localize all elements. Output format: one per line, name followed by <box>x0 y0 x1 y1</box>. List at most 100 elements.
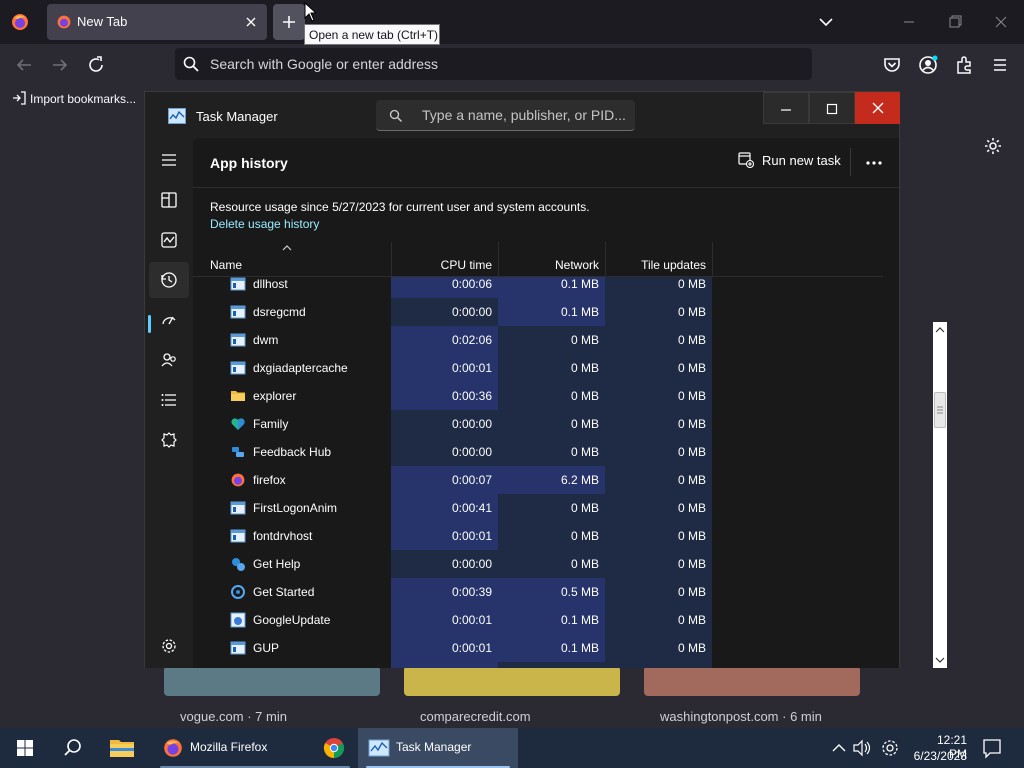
import-bookmarks-button[interactable]: Import bookmarks... <box>12 91 136 106</box>
windows-taskbar: Mozilla Firefox Task Manager 12:21 PM 6/… <box>0 728 1024 768</box>
maximize-button[interactable] <box>809 92 855 124</box>
reload-icon[interactable] <box>85 54 107 76</box>
notifications-icon[interactable] <box>980 728 1004 768</box>
restore-window-button[interactable] <box>940 8 970 36</box>
cell-name: Family <box>193 410 391 438</box>
firefox-icon <box>162 737 184 759</box>
column-header-tile-updates[interactable]: Tile updates <box>605 258 706 272</box>
top-site-thumbnail[interactable] <box>404 666 620 696</box>
window-title: Task Manager <box>196 109 278 124</box>
column-header-name[interactable]: Name <box>210 258 242 272</box>
cell-name: FirstLogonAnim <box>193 494 391 522</box>
settings-gear-icon[interactable] <box>149 628 189 664</box>
table-row[interactable]: fontdrvhost 0:00:01 0 MB 0 MB <box>193 522 883 550</box>
column-separator[interactable] <box>712 242 713 276</box>
account-icon[interactable] <box>917 54 939 76</box>
taskbar-task-manager-label: Task Manager <box>396 740 472 754</box>
minimize-window-button[interactable] <box>894 8 924 36</box>
clock-date[interactable]: 6/23/2023 <box>911 749 967 763</box>
processes-icon[interactable] <box>149 182 189 218</box>
forward-arrow-icon[interactable] <box>49 54 71 76</box>
search-icon <box>183 56 199 72</box>
table-row[interactable]: dwm 0:02:06 0 MB 0 MB <box>193 326 883 354</box>
divider <box>193 187 899 188</box>
vertical-scrollbar[interactable] <box>933 322 947 668</box>
table-row[interactable]: dsregcmd 0:00:00 0.1 MB 0 MB <box>193 298 883 326</box>
top-site-label[interactable]: washingtonpost.com · 6 min <box>660 709 822 724</box>
top-site-thumbnail[interactable] <box>164 666 380 696</box>
chevron-up-icon[interactable] <box>829 728 849 768</box>
top-site-thumbnail[interactable] <box>644 666 860 696</box>
chevron-down-icon[interactable] <box>816 12 836 32</box>
minimize-button[interactable] <box>763 92 809 124</box>
new-tab-button[interactable] <box>273 4 305 40</box>
cell-cpu-time: 0:00:00 <box>391 438 498 466</box>
app-name: GUP <box>253 641 280 655</box>
cell-name: GoogleUpdate <box>193 606 391 634</box>
cell-tile-updates: 0 MB <box>605 354 712 382</box>
details-icon[interactable] <box>149 382 189 418</box>
table-row[interactable]: Feedback Hub 0:00:00 0 MB 0 MB <box>193 438 883 466</box>
app-window-icon <box>230 304 246 320</box>
hamburger-menu-icon[interactable] <box>989 54 1011 76</box>
cell-name: firefox <box>193 466 391 494</box>
close-tab-icon[interactable] <box>243 14 259 30</box>
close-window-button[interactable] <box>986 8 1016 36</box>
cell-network: 0.1 MB <box>498 634 605 662</box>
pocket-icon[interactable] <box>881 54 903 76</box>
cell-tile-updates: 0 MB <box>605 466 712 494</box>
table-row[interactable]: GoogleUpdate 0:00:01 0.1 MB 0 MB <box>193 606 883 634</box>
hamburger-menu-icon[interactable] <box>149 142 189 178</box>
app-name: dsregcmd <box>253 305 306 319</box>
file-explorer-icon[interactable] <box>102 728 142 768</box>
table-row[interactable]: firefox 0:00:07 6.2 MB 0 MB <box>193 466 883 494</box>
search-icon[interactable] <box>54 728 92 768</box>
table-row[interactable]: FirstLogonAnim 0:00:41 0 MB 0 MB <box>193 494 883 522</box>
table-row[interactable]: explorer 0:00:36 0 MB 0 MB <box>193 382 883 410</box>
column-header-network[interactable]: Network <box>498 258 599 272</box>
taskbar-task-manager[interactable]: Task Manager <box>358 728 518 768</box>
table-row[interactable]: GUP 0:00:01 0.1 MB 0 MB <box>193 634 883 662</box>
table-row[interactable]: dxgiadaptercache 0:00:01 0 MB 0 MB <box>193 354 883 382</box>
scroll-up-icon[interactable] <box>933 324 947 336</box>
search-input[interactable]: Type a name, publisher, or PID... <box>376 100 635 131</box>
column-header-cpu-time[interactable]: CPU time <box>391 258 492 272</box>
app-name: explorer <box>253 389 297 403</box>
url-bar[interactable]: Search with Google or enter address <box>175 48 812 80</box>
cell-name: explorer <box>193 382 391 410</box>
settings-gear-icon[interactable] <box>879 728 901 768</box>
tab-new-tab[interactable]: New Tab <box>47 4 267 40</box>
services-icon[interactable] <box>149 422 189 458</box>
cell-network: 0 MB <box>498 354 605 382</box>
scrollbar-thumb[interactable] <box>934 392 946 428</box>
cell-network: 0 MB <box>498 494 605 522</box>
more-options-icon[interactable] <box>856 150 892 176</box>
cell-network: 0 MB <box>498 550 605 578</box>
app-window-icon <box>230 360 246 376</box>
table-row[interactable]: Get Started 0:00:39 0.5 MB 0 MB <box>193 578 883 606</box>
table-row[interactable] <box>193 662 883 668</box>
top-site-label[interactable]: vogue.com · 7 min <box>180 709 287 724</box>
chrome-icon[interactable] <box>314 728 354 768</box>
performance-icon[interactable] <box>149 222 189 258</box>
startup-apps-icon[interactable] <box>149 302 189 338</box>
taskbar-firefox-label: Mozilla Firefox <box>190 740 268 754</box>
run-new-task-button[interactable]: Run new task <box>738 152 842 174</box>
task-manager-titlebar[interactable]: Task Manager Type a name, publisher, or … <box>145 92 900 138</box>
import-bookmarks-label: Import bookmarks... <box>30 92 137 106</box>
back-arrow-icon[interactable] <box>13 54 35 76</box>
users-icon[interactable] <box>149 342 189 378</box>
start-button[interactable] <box>6 728 44 768</box>
scroll-down-icon[interactable] <box>933 654 947 666</box>
gear-icon[interactable] <box>983 136 1003 156</box>
app-history-icon[interactable] <box>149 262 189 298</box>
volume-icon[interactable] <box>851 728 873 768</box>
close-button[interactable] <box>855 92 900 124</box>
cell-network: 0 MB <box>498 410 605 438</box>
delete-usage-history-link[interactable]: Delete usage history <box>210 217 319 231</box>
table-row[interactable]: Family 0:00:00 0 MB 0 MB <box>193 410 883 438</box>
table-row[interactable]: Get Help 0:00:00 0 MB 0 MB <box>193 550 883 578</box>
firefox-logo-icon[interactable] <box>10 12 30 32</box>
top-site-label[interactable]: comparecredit.com <box>420 709 531 724</box>
extensions-icon[interactable] <box>953 54 975 76</box>
